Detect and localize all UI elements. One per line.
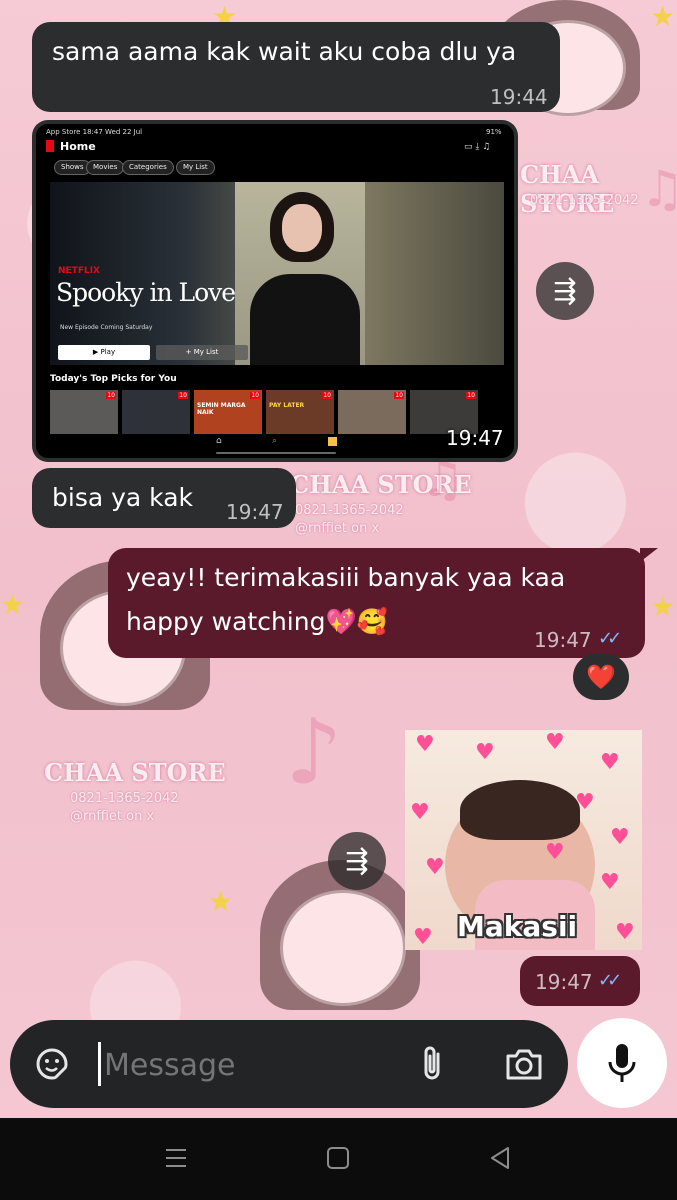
hero-play-button: ▶ Play bbox=[58, 345, 150, 360]
star-icon: ★ bbox=[0, 588, 26, 621]
top10-badge: 10 bbox=[394, 392, 404, 399]
forward-icon-2[interactable]: ⇶ bbox=[328, 832, 386, 890]
attach-icon[interactable] bbox=[418, 1044, 448, 1084]
star-icon-3: ★ bbox=[650, 590, 676, 623]
heart-icon: ♥ bbox=[545, 840, 565, 865]
heart-icon: ♥ bbox=[425, 855, 445, 880]
screenshot-row-title: Today's Top Picks for You bbox=[50, 374, 177, 384]
sticker-image[interactable]: ♥ ♥ ♥ ♥ ♥ ♥ ♥ ♥ ♥ ♥ ♥ ♥ Makasii bbox=[405, 730, 642, 950]
screenshot-home-icon: ⌂ bbox=[216, 436, 222, 446]
screenshot-status-left: App Store 18:47 Wed 22 Jul bbox=[46, 128, 143, 136]
sticker-baby-hair bbox=[460, 780, 580, 840]
wallpaper-phone-2: 0821-1365-2042 bbox=[295, 503, 404, 518]
hero-person-body bbox=[250, 274, 360, 365]
screenshot-thumb: 10 bbox=[122, 390, 190, 434]
bubble-tail bbox=[640, 548, 658, 562]
shared-screenshot-image[interactable]: App Store 18:47 Wed 22 Jul 91% Home ▭ ⤓ … bbox=[36, 124, 514, 458]
star-icon-2: ★ bbox=[208, 885, 234, 918]
hero-brand: NETFLIX bbox=[58, 266, 100, 276]
top10-badge: 10 bbox=[178, 392, 188, 399]
screenshot-thumb: 10 bbox=[338, 390, 406, 434]
read-ticks-icon: ✓✓ bbox=[598, 628, 622, 649]
wallpaper-brand-3: CHAA STORE bbox=[44, 758, 226, 787]
screenshot-games-icon bbox=[328, 437, 337, 446]
wallpaper-handle-3: @rnffiet on x bbox=[70, 809, 155, 824]
back-nav-icon[interactable] bbox=[488, 1146, 512, 1170]
wallpaper-handle-2: @rnffiet on x bbox=[295, 521, 380, 536]
sticker-time-bubble: 19:47 ✓✓ bbox=[520, 956, 640, 1006]
message-composer bbox=[10, 1020, 568, 1108]
screenshot-pill-categories: Categories bbox=[122, 160, 174, 175]
message-input[interactable] bbox=[102, 1040, 406, 1090]
top10-badge: 10 bbox=[106, 392, 116, 399]
screenshot-search-icon: ⌕ bbox=[272, 436, 278, 446]
system-navigation-bar bbox=[0, 1118, 677, 1200]
screenshot-thumb: 10 PAY LATER bbox=[266, 390, 334, 434]
heart-icon: ♥ bbox=[415, 732, 435, 757]
heart-icon: ♥ bbox=[575, 790, 595, 815]
screenshot-hero-banner: NETFLIX Spooky in Love New Episode Comin… bbox=[50, 182, 504, 365]
sticker-label: Makasii bbox=[457, 910, 578, 943]
hero-mylist-button: + My List bbox=[156, 345, 248, 360]
message-bubble-outgoing[interactable]: yeay!! terimakasiii banyak yaa kaa happy… bbox=[108, 548, 645, 658]
screenshot-app-title: Home bbox=[60, 140, 96, 153]
message-bubble-incoming[interactable]: bisa ya kak 19:47 bbox=[32, 468, 296, 528]
mic-icon bbox=[608, 1044, 636, 1082]
sticker-icon[interactable] bbox=[32, 1044, 72, 1084]
reaction-heart-badge[interactable]: ❤️ bbox=[573, 654, 629, 700]
screenshot-thumb: 10 bbox=[50, 390, 118, 434]
screenshot-pill-mylist: My List bbox=[176, 160, 215, 175]
wallpaper-phone: 0821-1365-2042 bbox=[530, 193, 639, 208]
message-text: sama aama kak wait aku coba dlu ya bbox=[52, 37, 517, 66]
heart-icon: ♥ bbox=[600, 750, 620, 775]
message-time: 19:47 bbox=[226, 500, 284, 524]
message-time: 19:44 bbox=[490, 85, 548, 109]
cast-icon: ▭ ⤓ ♫ bbox=[464, 142, 491, 152]
thumb-text: SEMIN MARGA NAIK bbox=[197, 402, 246, 416]
screenshot-home-indicator bbox=[216, 452, 336, 454]
screenshot-status-right: 91% bbox=[486, 128, 502, 136]
message-bubble-incoming[interactable]: sama aama kak wait aku coba dlu ya 19:44 bbox=[32, 22, 560, 112]
heart-icon: ♥ bbox=[475, 740, 495, 765]
hero-play-label: Play bbox=[100, 348, 116, 356]
message-time: 19:47 bbox=[534, 628, 592, 652]
home-nav-icon[interactable] bbox=[326, 1146, 350, 1170]
heart-icon: ♥ bbox=[600, 870, 620, 895]
hero-person-face bbox=[282, 204, 322, 252]
camera-icon[interactable] bbox=[504, 1046, 544, 1082]
music-note-icon-3: ♫ bbox=[640, 160, 677, 218]
menu-nav-icon[interactable] bbox=[164, 1146, 188, 1170]
text-cursor bbox=[98, 1042, 101, 1086]
music-note-icon: ♪ bbox=[285, 700, 343, 805]
heart-icon: ♥ bbox=[410, 800, 430, 825]
top10-badge: 10 bbox=[466, 392, 476, 399]
wallpaper-character-face-2 bbox=[280, 890, 406, 1006]
read-ticks-icon: ✓✓ bbox=[598, 970, 622, 991]
screenshot-thumb: 10 SEMIN MARGA NAIK bbox=[194, 390, 262, 434]
thumb-text: PAY LATER bbox=[269, 402, 305, 409]
forward-icon[interactable]: ⇶ bbox=[536, 262, 594, 320]
image-message-bubble[interactable]: App Store 18:47 Wed 22 Jul 91% Home ▭ ⤓ … bbox=[32, 120, 518, 462]
screenshot-pill-movies: Movies bbox=[86, 160, 125, 175]
image-message-time: 19:47 bbox=[446, 426, 504, 450]
heart-icon: ♥ bbox=[610, 825, 630, 850]
hero-show-title: Spooky in Love bbox=[56, 278, 236, 307]
message-text-line2: happy watching💖🥰 bbox=[126, 607, 388, 636]
heart-icon: ♥ bbox=[545, 730, 565, 755]
heart-icon: ♥ bbox=[615, 920, 635, 945]
heart-icon: ♥ bbox=[413, 925, 433, 950]
star-icon-5: ★ bbox=[650, 0, 676, 33]
top10-badge: 10 bbox=[250, 392, 260, 399]
wallpaper-phone-3: 0821-1365-2042 bbox=[70, 791, 179, 806]
mic-button[interactable] bbox=[577, 1018, 667, 1108]
sticker-time: 19:47 bbox=[535, 970, 593, 994]
message-text-line1: yeay!! terimakasiii banyak yaa kaa bbox=[126, 563, 566, 592]
hero-episode-note: New Episode Coming Saturday bbox=[60, 324, 153, 331]
top10-badge: 10 bbox=[322, 392, 332, 399]
hero-mylist-label: My List bbox=[193, 348, 219, 356]
netflix-logo-icon bbox=[46, 140, 54, 152]
message-text: bisa ya kak bbox=[52, 483, 194, 512]
